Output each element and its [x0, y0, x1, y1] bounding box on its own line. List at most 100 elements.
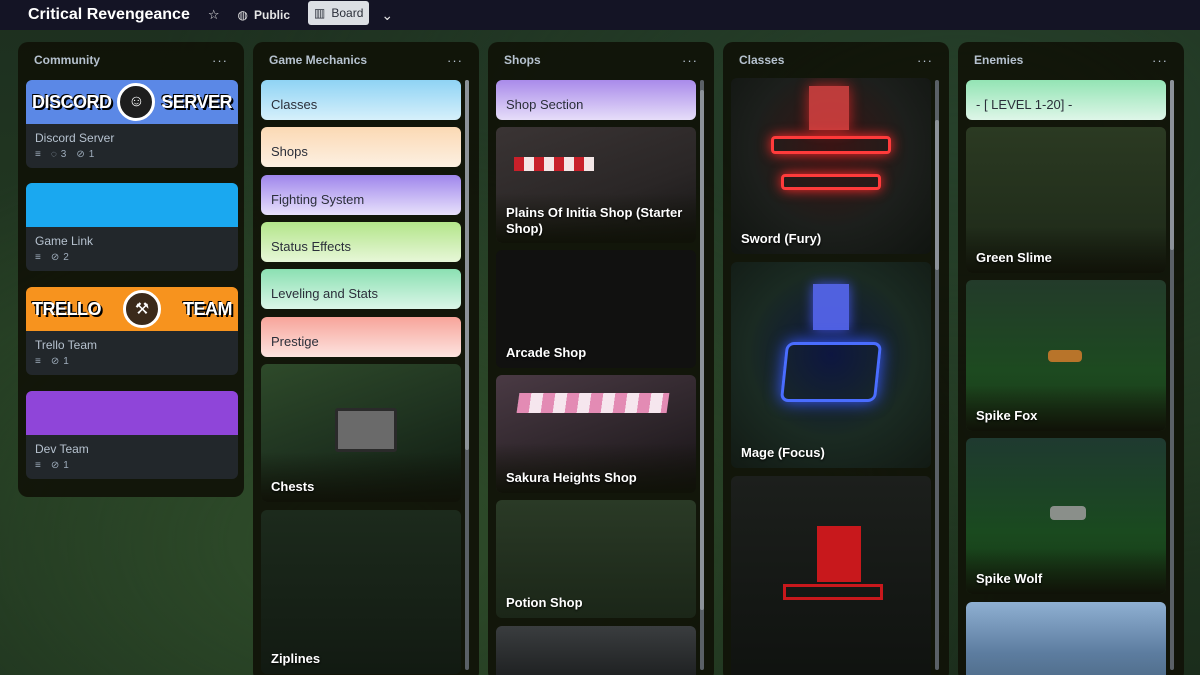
list-header: Game Mechanics ··· — [261, 42, 471, 78]
card-sakura-heights-shop[interactable]: Sakura Heights Shop — [496, 375, 696, 493]
list-title: Classes — [739, 53, 785, 67]
board-title[interactable]: Critical Revengeance — [28, 6, 190, 24]
card-title: Mage (Focus) — [741, 445, 825, 460]
awning-image — [514, 157, 594, 171]
list-title: Enemies — [974, 53, 1024, 67]
scrollbar[interactable] — [465, 80, 469, 670]
card-title: Ziplines — [271, 651, 321, 666]
card-cover: DISCORD ☺ SERVER — [26, 80, 238, 124]
board-view-label: Board — [331, 6, 364, 20]
card-mage-focus[interactable]: Mage (Focus) — [731, 262, 931, 468]
pedestal-image — [783, 584, 883, 600]
description-icon: ≡ — [35, 149, 41, 160]
description-icon: ≡ — [35, 356, 41, 367]
description-icon: ≡ — [35, 460, 41, 471]
card-level-band[interactable]: - [ LEVEL 1-20] - — [966, 80, 1166, 120]
scrollbar[interactable] — [935, 80, 939, 670]
more-icon[interactable]: ··· — [447, 53, 463, 68]
globe-icon: ◍ — [237, 8, 248, 22]
attachment-count: 2 — [63, 252, 69, 263]
attachment-count: 1 — [63, 460, 69, 471]
card-ziplines[interactable]: Ziplines — [261, 510, 461, 674]
card-shops[interactable]: Shops — [261, 127, 461, 167]
card-title: Spike Fox — [976, 408, 1038, 423]
cover-text-left: TRELLO — [32, 298, 102, 319]
more-icon[interactable]: ··· — [212, 53, 228, 68]
card-leveling-and-stats[interactable]: Leveling and Stats — [261, 269, 461, 309]
attachment-badge: ⊘ 1 — [76, 149, 94, 160]
list-header: Shops ··· — [496, 42, 706, 78]
card-fighting-system[interactable]: Fighting System — [261, 175, 461, 215]
card-title: Status Effects — [271, 239, 351, 254]
awning-image — [516, 393, 670, 413]
card-title: Discord Server — [35, 131, 115, 145]
card-game-link[interactable]: Game Link ≡ ⊘ 2 — [26, 183, 238, 271]
comment-badge: ◌ 3 — [51, 149, 67, 160]
wolf-image — [1050, 506, 1086, 520]
star-icon[interactable]: ☆ — [208, 7, 220, 23]
scrollbar-thumb[interactable] — [465, 80, 469, 450]
card-spike-fox[interactable]: Spike Fox — [966, 280, 1166, 431]
scrollbar-thumb[interactable] — [935, 120, 939, 270]
attachment-count: 1 — [63, 356, 69, 367]
board-view-button[interactable]: ▥ Board — [308, 1, 370, 25]
card-title: Shops — [271, 144, 308, 159]
scrollbar[interactable] — [1170, 80, 1174, 670]
list-game-mechanics: Game Mechanics ··· Classes Shops Fightin… — [253, 42, 479, 675]
attachment-badge: ⊘ 1 — [51, 460, 69, 471]
card-title: Prestige — [271, 334, 319, 349]
card-badges: ≡ ⊘ 2 — [26, 252, 238, 271]
card-chests[interactable]: Chests — [261, 364, 461, 502]
card-title: Sword (Fury) — [741, 231, 822, 246]
scrollbar-thumb[interactable] — [700, 90, 704, 610]
card-discord-server[interactable]: DISCORD ☺ SERVER Discord Server ≡ ◌ 3 ⊘ 1 — [26, 80, 238, 168]
card-plains-of-initia-shop[interactable]: Plains Of Initia Shop (Starter Shop) — [496, 127, 696, 243]
card-title: Game Link — [35, 234, 94, 248]
discord-logo-icon: ☺ — [117, 83, 156, 121]
hammer-logo-icon: ⚒ — [123, 290, 161, 328]
card-title: Shop Section — [506, 97, 584, 112]
card-spike-wolf[interactable]: Spike Wolf — [966, 438, 1166, 594]
card-next-shop[interactable] — [496, 626, 696, 675]
card-arcade-shop[interactable]: Arcade Shop — [496, 250, 696, 368]
card-sword-fury[interactable]: Sword (Fury) — [731, 78, 931, 254]
card-potion-shop[interactable]: Potion Shop — [496, 500, 696, 618]
figure-glow — [809, 86, 849, 130]
more-icon[interactable]: ··· — [917, 53, 933, 68]
list-title: Shops — [504, 53, 541, 67]
card-title: Classes — [271, 97, 318, 112]
cover-text-right: TEAM — [183, 298, 233, 319]
description-icon: ≡ — [35, 252, 41, 263]
card-trello-team[interactable]: TRELLO ⚒ TEAM Trello Team ≡ ⊘ 1 — [26, 287, 238, 375]
list-header: Community ··· — [26, 42, 236, 78]
attachment-badge: ⊘ 2 — [51, 252, 69, 263]
card-status-effects[interactable]: Status Effects — [261, 222, 461, 262]
list-community: Community ··· DISCORD ☺ SERVER Discord S… — [18, 42, 244, 497]
more-icon[interactable]: ··· — [682, 53, 698, 68]
card-shade — [496, 443, 696, 493]
card-shop-section[interactable]: Shop Section — [496, 80, 696, 120]
card-title: Chests — [271, 479, 315, 494]
list-enemies: Enemies ··· - [ LEVEL 1-20] - Green Slim… — [958, 42, 1184, 675]
card-title: Arcade Shop — [506, 345, 587, 360]
card-title: - [ LEVEL 1-20] - — [976, 97, 1073, 112]
card-title: Potion Shop — [506, 595, 583, 610]
attachment-icon: ⊘ — [50, 460, 60, 471]
card-enemy-next[interactable] — [966, 602, 1166, 675]
card-badges: ≡ ◌ 3 ⊘ 1 — [26, 149, 238, 168]
scrollbar[interactable] — [700, 80, 704, 670]
list-header: Classes ··· — [731, 42, 941, 78]
more-icon[interactable]: ··· — [1152, 53, 1168, 68]
card-title: Dev Team — [35, 442, 89, 456]
card-classes[interactable]: Classes — [261, 80, 461, 120]
card-class-next[interactable] — [731, 476, 931, 675]
card-prestige[interactable]: Prestige — [261, 317, 461, 357]
card-dev-team[interactable]: Dev Team ≡ ⊘ 1 — [26, 391, 238, 479]
visibility-button[interactable]: ◍ Public — [232, 5, 297, 25]
scrollbar-thumb[interactable] — [1170, 80, 1174, 250]
card-title: Sakura Heights Shop — [506, 470, 637, 485]
attachment-count: 1 — [88, 149, 95, 160]
card-title: Spike Wolf — [976, 571, 1043, 586]
chevron-down-icon[interactable]: ⌄ — [381, 7, 393, 24]
card-green-slime[interactable]: Green Slime — [966, 127, 1166, 273]
